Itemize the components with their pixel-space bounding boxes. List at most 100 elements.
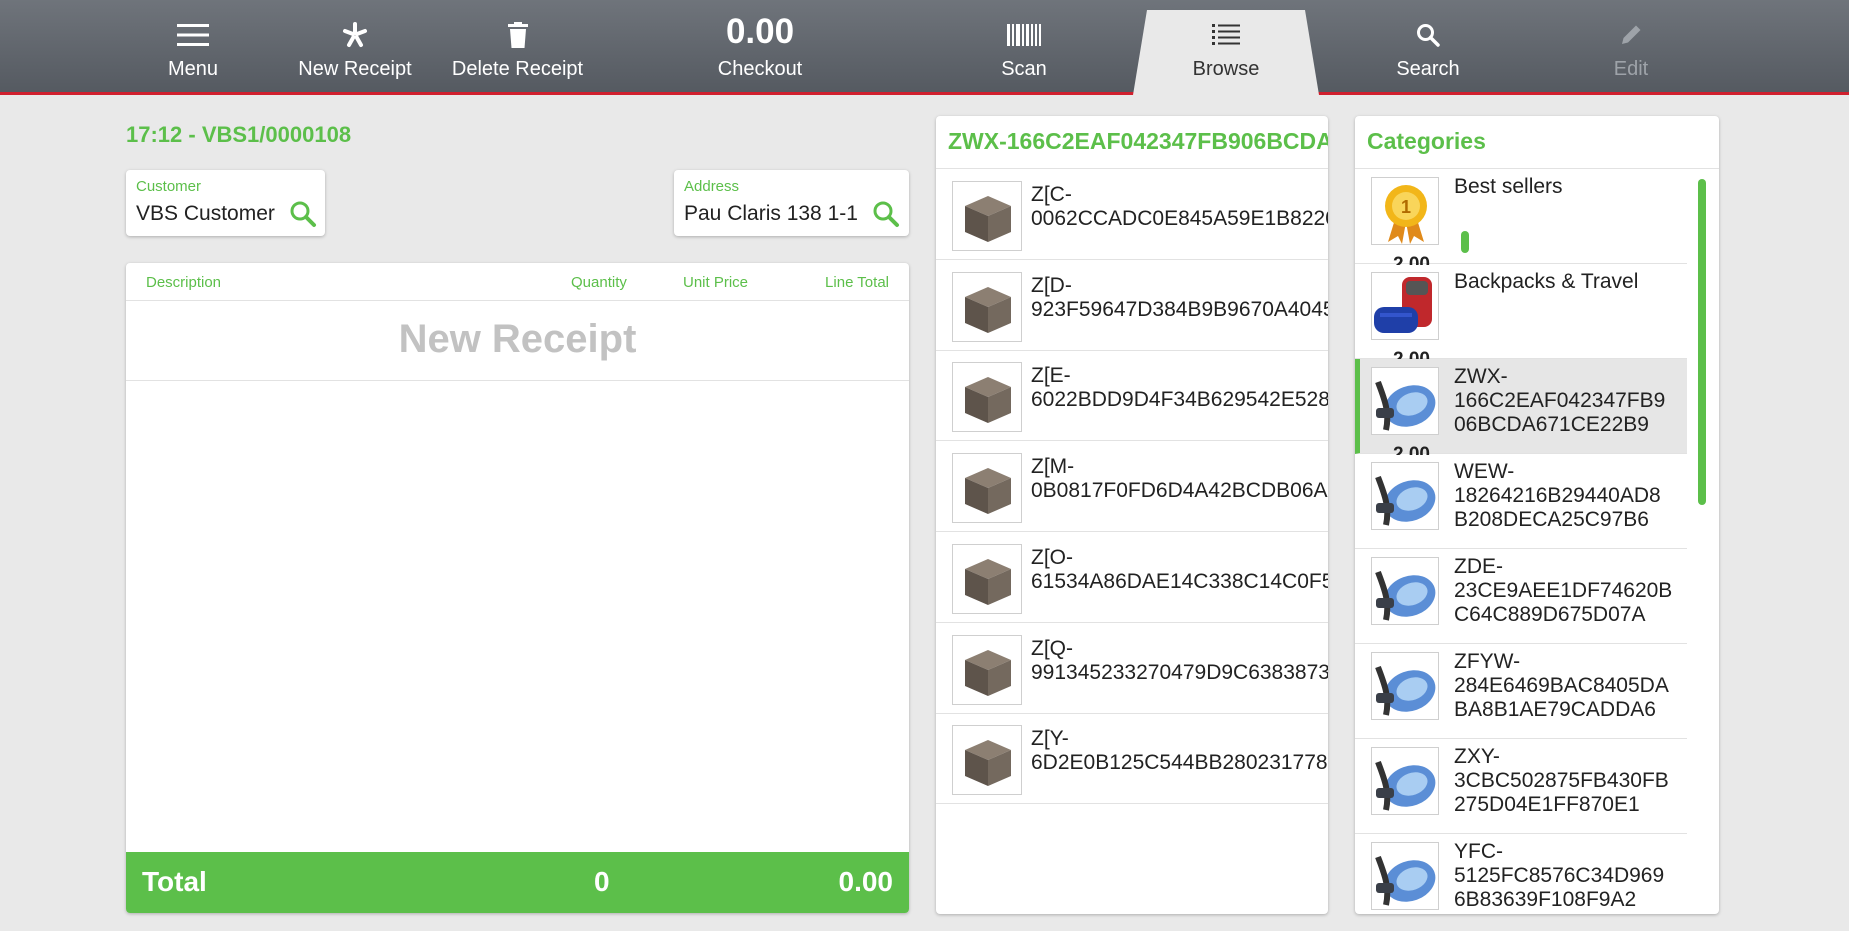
category-name: Backpacks & Travel xyxy=(1454,270,1638,294)
product-name: Z[Q-991345233270479D9C63838738E0 xyxy=(1031,637,1328,685)
categories-panel: Categories 1 Best sellers 2.00 Backpacks & … xyxy=(1355,116,1719,914)
column-line-total: Line Total xyxy=(825,274,889,291)
scan-label: Scan xyxy=(1001,58,1047,80)
product-name-line2: 923F59647D384B9B9670A4045D42 xyxy=(1031,298,1328,321)
search-button[interactable]: Search xyxy=(1378,0,1478,92)
edit-button[interactable]: Edit xyxy=(1581,0,1681,92)
receipt-table-header: Description Quantity Unit Price Line Tot… xyxy=(126,263,909,301)
menu-label: Menu xyxy=(167,58,219,80)
pencil-icon xyxy=(1581,20,1681,50)
address-search-icon[interactable] xyxy=(872,200,900,228)
backpack-icon xyxy=(1371,272,1439,340)
browse-label: Browse xyxy=(1192,58,1260,80)
product-box-icon xyxy=(952,453,1022,523)
category-name-line3: B208DECA25C97B6 xyxy=(1454,508,1649,531)
mouse-icon xyxy=(1371,747,1439,815)
product-box-icon xyxy=(952,544,1022,614)
category-item[interactable]: ZXY- 3CBC502875FB430FB 275D04E1FF870E1 xyxy=(1355,739,1687,834)
new-receipt-button[interactable]: New Receipt xyxy=(292,0,418,92)
delete-receipt-button[interactable]: Delete Receipt xyxy=(450,0,585,92)
category-item[interactable]: ZFYW- 284E6469BAC8405DA BA8B1AE79CADDA6 xyxy=(1355,644,1687,739)
customer-value: VBS Customer xyxy=(136,202,275,225)
checkout-button[interactable]: 0.00 Checkout xyxy=(700,0,820,92)
category-name: ZFYW- 284E6469BAC8405DA BA8B1AE79CADDA6 xyxy=(1454,650,1669,722)
product-name-line1: Z[M- xyxy=(1031,455,1075,478)
product-item[interactable]: Z[M-0B0817F0FD6D4A42BCDB06AC27E8B6B9 xyxy=(936,441,1328,532)
product-box-icon xyxy=(952,272,1022,342)
customer-caption: Customer xyxy=(136,178,202,195)
product-item[interactable]: Z[Y-6D2E0B125C544BB280231778D535 xyxy=(936,713,1328,804)
product-name-line2: 991345233270479D9C63838738E0 xyxy=(1031,661,1328,684)
category-name-line3: 275D04E1FF870E1 xyxy=(1454,793,1640,816)
hamburger-menu-icon xyxy=(143,20,243,50)
empty-receipt-message: New Receipt xyxy=(398,317,637,361)
receipt-id: 17:12 - VBS1/0000108 xyxy=(126,122,352,147)
category-item[interactable]: 1 Best sellers 2.00 xyxy=(1355,169,1687,265)
divider xyxy=(126,380,909,381)
product-item[interactable]: Z[E- 6022BDD9D4F34B629542E52819 xyxy=(936,350,1328,441)
total-label: Total xyxy=(142,866,207,897)
products-panel: ZWX-166C2EAF042347FB906BCDA671CE22B9 Z[C… xyxy=(936,116,1328,914)
mouse-icon xyxy=(1371,842,1439,910)
category-item[interactable]: WEW- 18264216B29440AD8 B208DECA25C97B6 xyxy=(1355,454,1687,549)
customer-search-icon[interactable] xyxy=(289,200,317,228)
category-name: ZXY- 3CBC502875FB430FB 275D04E1FF870E1 xyxy=(1454,745,1669,817)
product-name-line2: 6022BDD9D4F34B629542E52819 xyxy=(1031,388,1328,411)
product-name: Z[Y-6D2E0B125C544BB280231778D535 xyxy=(1031,727,1328,775)
category-name-line3: C64C889D675D07A xyxy=(1454,603,1646,626)
barcode-icon xyxy=(974,20,1074,50)
categories-panel-title: Categories xyxy=(1367,128,1486,154)
column-quantity: Quantity xyxy=(571,274,627,291)
delete-receipt-label: Delete Receipt xyxy=(451,58,584,80)
menu-button[interactable]: Menu xyxy=(143,0,243,92)
category-name: YFC- 5125FC8576C34D969 6B83639F108F9A2 xyxy=(1454,840,1664,912)
receipt-table: Description Quantity Unit Price Line Tot… xyxy=(126,263,909,913)
category-name: ZDE- 23CE9AEE1DF74620B C64C889D675D07A xyxy=(1454,555,1672,627)
category-name-line3: 6B83639F108F9A2 xyxy=(1454,888,1637,911)
product-item[interactable]: Z[C-0062CCADC0E845A59E1B8220C94 xyxy=(936,169,1328,260)
product-name-line1: Z[D- xyxy=(1031,274,1072,297)
category-item[interactable]: ZDE- 23CE9AEE1DF74620B C64C889D675D07A xyxy=(1355,549,1687,644)
category-name-line1: YFC- xyxy=(1454,840,1503,863)
customer-field[interactable]: Customer VBS Customer xyxy=(126,170,325,236)
product-item[interactable]: Z[Q-991345233270479D9C63838738E0 xyxy=(936,623,1328,714)
product-name-line1: Z[Y- xyxy=(1031,727,1069,750)
category-item[interactable]: Backpacks & Travel 2.00 xyxy=(1355,264,1687,360)
address-caption: Address xyxy=(684,178,740,195)
asterisk-icon xyxy=(292,20,418,50)
product-name-line1: Z[C- xyxy=(1031,183,1072,206)
total-amount: 0.00 xyxy=(838,866,894,897)
browse-button[interactable]: Browse xyxy=(1176,0,1276,92)
mouse-icon xyxy=(1371,367,1439,435)
svg-text:1: 1 xyxy=(1401,197,1411,217)
product-name-line2: 0062CCADC0E845A59E1B8220C94 xyxy=(1031,207,1328,230)
categories-scrollbar[interactable] xyxy=(1698,179,1706,505)
column-unit-price: Unit Price xyxy=(683,274,749,291)
new-receipt-label: New Receipt xyxy=(298,58,412,80)
category-scroll-indicator xyxy=(1461,231,1469,253)
mouse-icon xyxy=(1371,557,1439,625)
product-box-icon xyxy=(952,725,1022,795)
category-name-line1: ZFYW- xyxy=(1454,650,1521,673)
product-item[interactable]: Z[D-923F59647D384B9B9670A4045D42 xyxy=(936,260,1328,351)
category-name-line2: 284E6469BAC8405DA xyxy=(1454,674,1669,697)
column-description: Description xyxy=(146,274,222,291)
address-field[interactable]: Address Pau Claris 138 1-1 xyxy=(674,170,909,236)
edit-label: Edit xyxy=(1613,58,1649,80)
category-item[interactable]: ZWX- 166C2EAF042347FB9 06BCDA671CE22B9 2.00 xyxy=(1355,359,1687,455)
mouse-icon xyxy=(1371,462,1439,530)
product-item[interactable]: Z[O-61534A86DAE14C338C14C0F541502E72 xyxy=(936,532,1328,623)
category-name: ZWX- 166C2EAF042347FB9 06BCDA671CE22B9 xyxy=(1454,365,1665,437)
category-name-line1: ZXY- xyxy=(1454,745,1500,768)
trash-icon xyxy=(450,20,585,50)
category-name-line3: 06BCDA671CE22B9 xyxy=(1454,413,1649,436)
scan-button[interactable]: Scan xyxy=(974,0,1074,92)
product-name-line2: 61534A86DAE14C338C14C0F541502E72 xyxy=(1031,570,1328,593)
product-name: Z[O-61534A86DAE14C338C14C0F541502E72 xyxy=(1031,546,1328,594)
checkout-label: Checkout xyxy=(717,58,803,80)
category-item[interactable]: YFC- 5125FC8576C34D969 6B83639F108F9A2 xyxy=(1355,834,1687,914)
category-name: WEW- 18264216B29440AD8 B208DECA25C97B6 xyxy=(1454,460,1661,532)
top-toolbar: Menu New Receipt Delete Receipt 0.00 Che… xyxy=(0,0,1849,95)
category-name-line2: 23CE9AEE1DF74620B xyxy=(1454,579,1673,602)
product-name-line2: 6D2E0B125C544BB280231778D535 xyxy=(1031,751,1328,774)
